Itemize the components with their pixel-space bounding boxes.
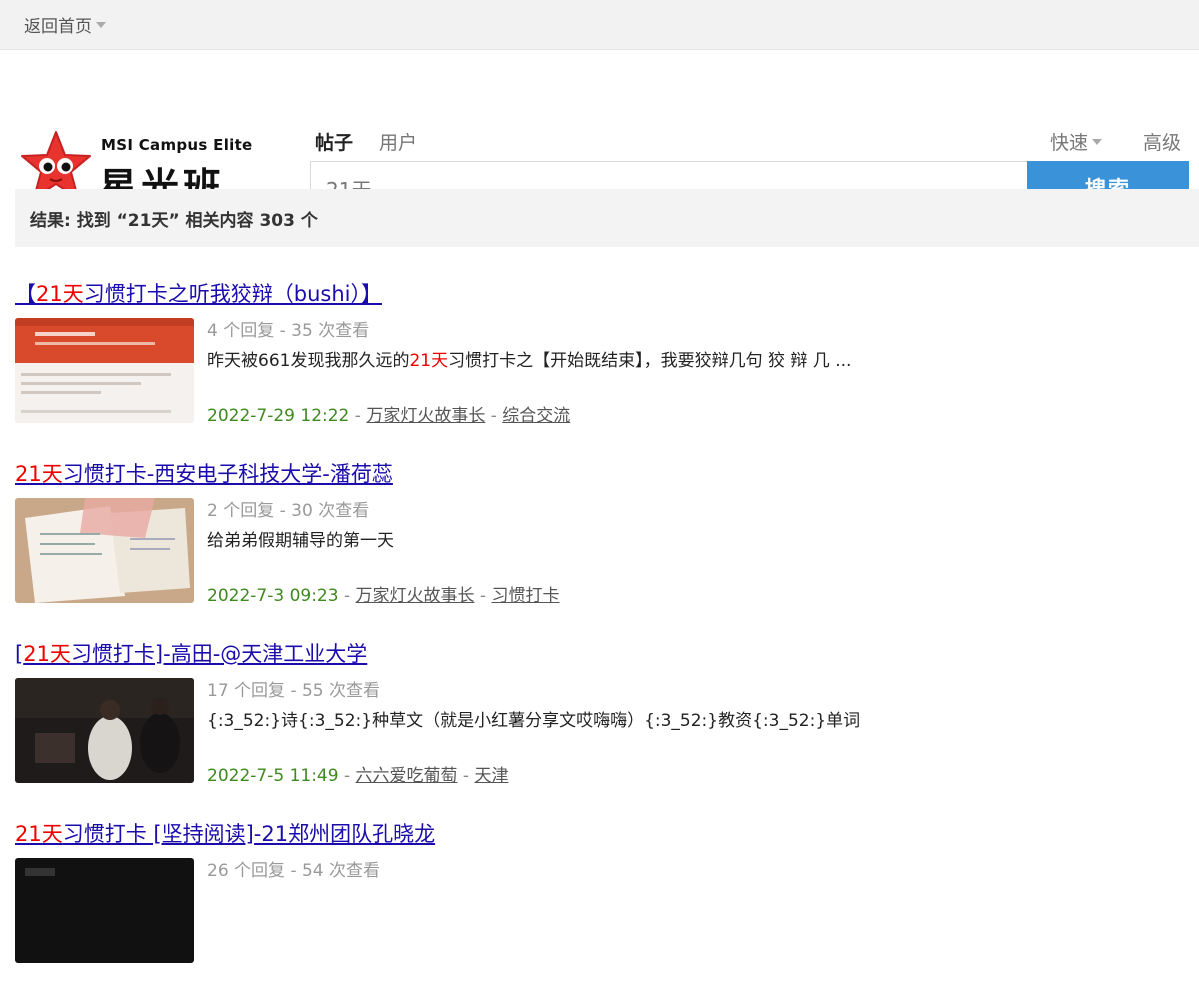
- list-item: [21天习惯打卡]-高田-@天津工业大学 17 个回复 - 55 次查看 {:3…: [15, 640, 1195, 820]
- result-thumbnail[interactable]: [15, 678, 194, 783]
- result-footer: 2022-7-5 11:49 - 六六爱吃葡萄 - 天津: [207, 766, 509, 786]
- result-author-link[interactable]: 六六爱吃葡萄: [356, 766, 458, 786]
- result-footer: 2022-7-29 12:22 - 万家灯火故事长 - 综合交流: [207, 406, 571, 426]
- chevron-down-icon: [1092, 138, 1103, 145]
- tab-users[interactable]: 用户: [379, 128, 417, 155]
- result-thumbnail[interactable]: [15, 318, 194, 423]
- result-title-link[interactable]: 21天习惯打卡 [坚持阅读]-21郑州团队孔晓龙: [15, 820, 435, 848]
- home-label: 返回首页: [24, 17, 92, 37]
- quick-label: 快速: [1050, 132, 1089, 154]
- result-meta: 4 个回复 - 35 次查看: [207, 321, 370, 341]
- result-snippet: 给弟弟假期辅导的第一天: [207, 531, 394, 551]
- result-meta: 2 个回复 - 30 次查看: [207, 501, 370, 521]
- result-snippet: {:3_52:}诗{:3_52:}种草文（就是小红薯分享文哎嗨嗨）{:3_52:…: [207, 711, 861, 731]
- result-snippet: 昨天被661发现我那久远的21天习惯打卡之【开始既结束】，我要狡辩几句 狡 辩 …: [207, 351, 852, 371]
- result-footer: 2022-7-3 09:23 - 万家灯火故事长 - 习惯打卡: [207, 586, 560, 606]
- result-meta: 17 个回复 - 55 次查看: [207, 681, 381, 701]
- result-date: 2022-7-29 12:22: [207, 406, 350, 426]
- quick-search-dropdown[interactable]: 快速: [1050, 128, 1103, 155]
- result-forum-link[interactable]: 综合交流: [502, 406, 570, 426]
- result-thumbnail[interactable]: [15, 858, 194, 963]
- home-dropdown[interactable]: 返回首页: [24, 12, 106, 37]
- tab-posts[interactable]: 帖子: [315, 128, 353, 155]
- result-title-link[interactable]: 【21天习惯打卡之听我狡辩（bushi）】: [15, 280, 382, 308]
- advanced-search-link[interactable]: 高级: [1143, 128, 1181, 155]
- result-title-link[interactable]: [21天习惯打卡]-高田-@天津工业大学: [15, 640, 367, 668]
- list-item: 21天习惯打卡-西安电子科技大学-潘荷蕊 2 个回复 - 30 次查看 给弟弟假…: [15, 460, 1195, 640]
- result-summary: 结果: 找到 “21天” 相关内容 303 个: [15, 189, 1199, 247]
- result-author-link[interactable]: 万家灯火故事长: [356, 586, 475, 606]
- result-forum-link[interactable]: 习惯打卡: [491, 586, 559, 606]
- logo-english-text: MSI Campus Elite: [101, 136, 253, 154]
- header: MSI Campus Elite 星光班 帖子 用户 快速 高级 搜索: [0, 50, 1199, 215]
- result-meta: 26 个回复 - 54 次查看: [207, 861, 381, 881]
- result-date: 2022-7-3 09:23: [207, 586, 339, 606]
- list-item: 【21天习惯打卡之听我狡辩（bushi）】 4 个回复 - 35 次查看 昨天被…: [15, 280, 1195, 460]
- result-date: 2022-7-5 11:49: [207, 766, 339, 786]
- result-author-link[interactable]: 万家灯火故事长: [366, 406, 485, 426]
- result-thumbnail[interactable]: [15, 498, 194, 603]
- result-forum-link[interactable]: 天津: [474, 766, 508, 786]
- search-tabs: 帖子 用户: [315, 128, 417, 155]
- result-title-link[interactable]: 21天习惯打卡-西安电子科技大学-潘荷蕊: [15, 460, 393, 488]
- results-list: 【21天习惯打卡之听我狡辩（bushi）】 4 个回复 - 35 次查看 昨天被…: [15, 280, 1195, 1000]
- list-item: 21天习惯打卡 [坚持阅读]-21郑州团队孔晓龙 26 个回复 - 54 次查看: [15, 820, 1195, 1000]
- top-bar: 返回首页: [0, 0, 1199, 50]
- chevron-down-icon: [96, 21, 106, 28]
